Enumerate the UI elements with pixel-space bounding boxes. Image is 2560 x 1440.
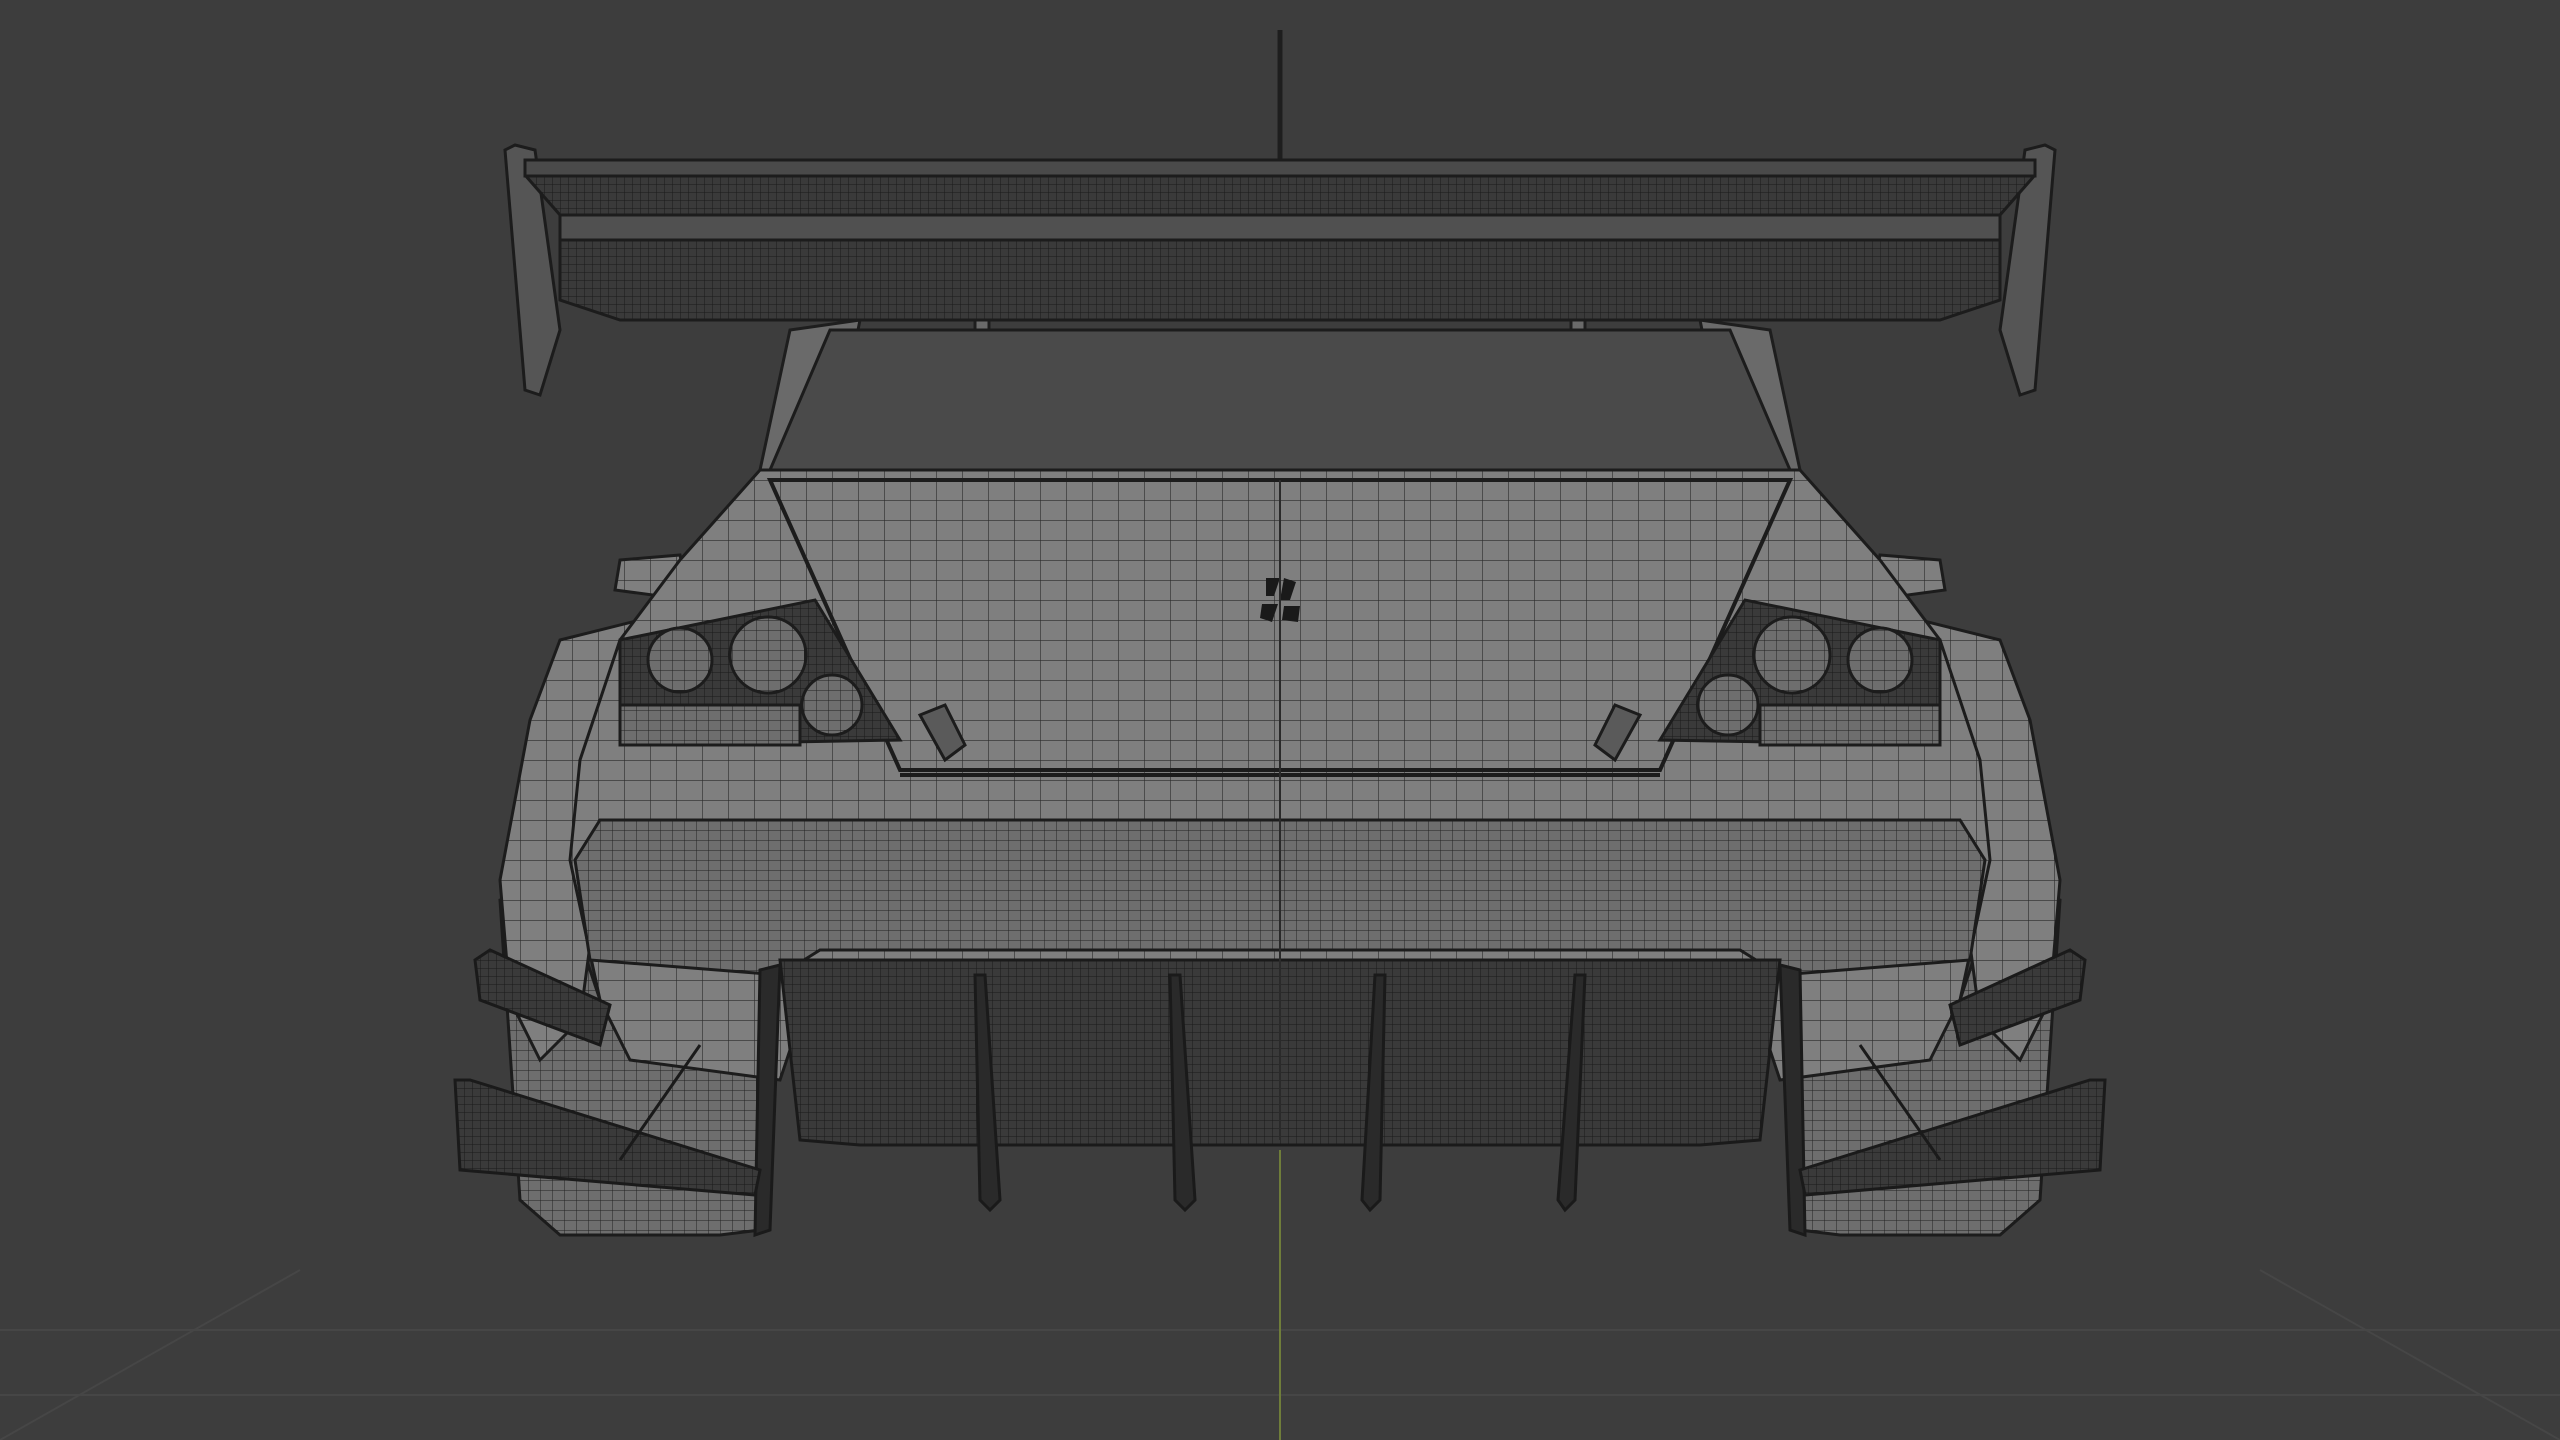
rear-window-frame <box>767 328 1793 472</box>
3d-viewport[interactable] <box>0 0 2560 1440</box>
viewport-canvas[interactable] <box>0 0 2560 1440</box>
